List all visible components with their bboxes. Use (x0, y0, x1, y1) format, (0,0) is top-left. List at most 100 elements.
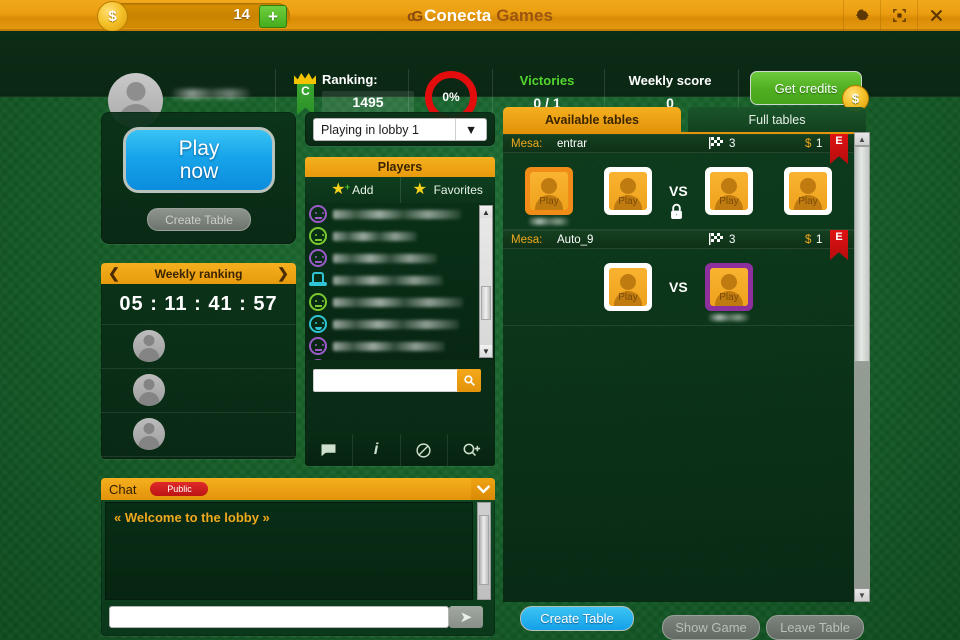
tab-full-tables[interactable]: Full tables (688, 107, 866, 132)
players-action-bar: i (305, 434, 495, 466)
search-add-icon[interactable] (448, 434, 495, 466)
weekly-prev-button[interactable]: ❮ (103, 263, 125, 284)
play-now-button[interactable]: Play now (123, 127, 275, 193)
seat-play-button[interactable]: Play (604, 167, 652, 215)
table-header-row[interactable]: Mesa: Auto_9 3 $1 E (503, 230, 854, 260)
weekly-next-button[interactable]: ❯ (272, 263, 294, 284)
player-name (333, 253, 437, 263)
add-credits-button[interactable]: + (259, 5, 287, 28)
table-header-row[interactable]: Mesa: entrar 3 $1 E (503, 134, 854, 164)
gear-icon[interactable] (843, 0, 880, 31)
weekly-ranking-title: Weekly ranking (154, 266, 243, 281)
seat-player-name (529, 218, 569, 225)
seat-play-button[interactable]: Play (604, 263, 652, 311)
player-list-item[interactable] (305, 247, 495, 269)
seat-play-button[interactable]: Play (525, 167, 573, 215)
player-list-item[interactable] (305, 313, 495, 335)
send-arrow-icon[interactable]: ➤ (449, 606, 483, 628)
show-game-button[interactable]: Show Game (662, 615, 760, 640)
chat-scrollbar[interactable] (477, 502, 491, 600)
player-name (333, 275, 443, 285)
tab-favorites-label: Favorites (433, 183, 483, 197)
mesa-name: entrar (557, 137, 588, 150)
scroll-up-icon[interactable]: ▲ (854, 132, 870, 146)
scrollbar-thumb[interactable] (479, 515, 489, 585)
block-icon[interactable] (401, 434, 449, 466)
player-search-button[interactable] (457, 369, 481, 392)
leave-table-button[interactable]: Leave Table (766, 615, 864, 640)
tab-favorites[interactable]: ★ Favorites (400, 177, 495, 203)
crown-icon (294, 73, 316, 84)
scrollbar-thumb[interactable] (854, 146, 870, 362)
seat-play-button[interactable]: Play (705, 263, 753, 311)
close-icon[interactable] (917, 0, 954, 31)
tables-tabs: Available tables Full tables (503, 107, 870, 132)
fullscreen-icon[interactable] (880, 0, 917, 31)
seat-play-label: Play (618, 292, 638, 303)
tables-scrollbar[interactable]: ▲ ▼ (854, 132, 870, 602)
lobby-select-value: Playing in lobby 1 (321, 122, 419, 137)
play-now-line2: now (179, 160, 219, 183)
tab-add-label: Add (352, 183, 374, 197)
rank-badge-letter: C (301, 84, 310, 98)
get-credits-button[interactable]: Get credits $ (750, 71, 869, 112)
player-list-item[interactable] (305, 335, 495, 357)
table-seats-row: Play Play Play Play VS (503, 153, 854, 230)
chat-panel: Chat Public « Welcome to the lobby » ➤ (101, 478, 495, 636)
mesa-label: Mesa: (511, 137, 543, 150)
player-name (333, 319, 459, 329)
player-name (333, 209, 461, 219)
seat-play-label: Play (618, 196, 638, 207)
ranking-value: 1495 (322, 91, 414, 112)
seat-play-button[interactable]: Play (784, 167, 832, 215)
seat-play-button[interactable]: Play (705, 167, 753, 215)
chat-scope-badge[interactable]: Public (150, 482, 209, 496)
window-controls (843, 0, 954, 31)
player-list-item[interactable] (305, 203, 495, 225)
players-title: Players (377, 160, 423, 174)
scroll-down-icon[interactable]: ▼ (480, 345, 492, 357)
lobby-select[interactable]: Playing in lobby 1 ▼ (313, 118, 487, 141)
player-search-input[interactable] (313, 369, 473, 392)
rounds-count: 3 (729, 137, 736, 150)
chevron-down-icon[interactable] (471, 478, 495, 500)
players-scrollbar[interactable]: ▲ ▼ (479, 205, 493, 358)
lobby-select-panel: Playing in lobby 1 ▼ (305, 112, 495, 146)
currency-symbol: $ (805, 233, 812, 246)
player-list-item[interactable] (305, 269, 495, 291)
player-list-item[interactable] (305, 357, 495, 360)
weekly-score-label: Weekly score (628, 73, 712, 88)
coin-icon: $ (97, 1, 128, 32)
tab-add[interactable]: ★ + Add (305, 177, 401, 203)
mesa-name: Auto_9 (557, 233, 594, 246)
player-name (333, 297, 463, 307)
brand-name-part1: Conecta (424, 6, 492, 25)
chat-input[interactable] (109, 606, 449, 628)
seat-player-name (709, 314, 749, 321)
ranking-block: C Ranking: 1495 (292, 72, 414, 117)
chevron-down-icon[interactable]: ▼ (455, 119, 486, 140)
chat-bubble-icon[interactable] (305, 434, 353, 466)
mesa-label: Mesa: (511, 233, 543, 246)
scroll-down-icon[interactable]: ▼ (854, 588, 870, 602)
currency-symbol: $ (805, 137, 812, 150)
vs-label: VS (669, 183, 688, 199)
player-name (333, 231, 417, 241)
weekly-rank-row[interactable] (101, 368, 296, 413)
players-list[interactable] (305, 203, 495, 360)
scrollbar-thumb[interactable] (481, 286, 491, 320)
create-table-button[interactable]: Create Table (520, 606, 634, 631)
star-add-icon: ★ + (331, 181, 351, 198)
get-credits-label: Get credits (774, 80, 838, 96)
scroll-up-icon[interactable]: ▲ (480, 206, 492, 218)
player-list-item[interactable] (305, 291, 495, 313)
weekly-rank-row[interactable] (101, 412, 296, 457)
chat-messages: « Welcome to the lobby » (105, 502, 473, 600)
player-list-item[interactable] (305, 225, 495, 247)
weekly-rank-row[interactable] (101, 324, 296, 369)
tab-available-tables[interactable]: Available tables (503, 107, 681, 132)
lock-icon (669, 203, 684, 225)
create-table-button-small[interactable]: Create Table (147, 208, 251, 231)
face-neutral-purple-icon (309, 337, 327, 355)
info-icon[interactable]: i (353, 434, 401, 466)
